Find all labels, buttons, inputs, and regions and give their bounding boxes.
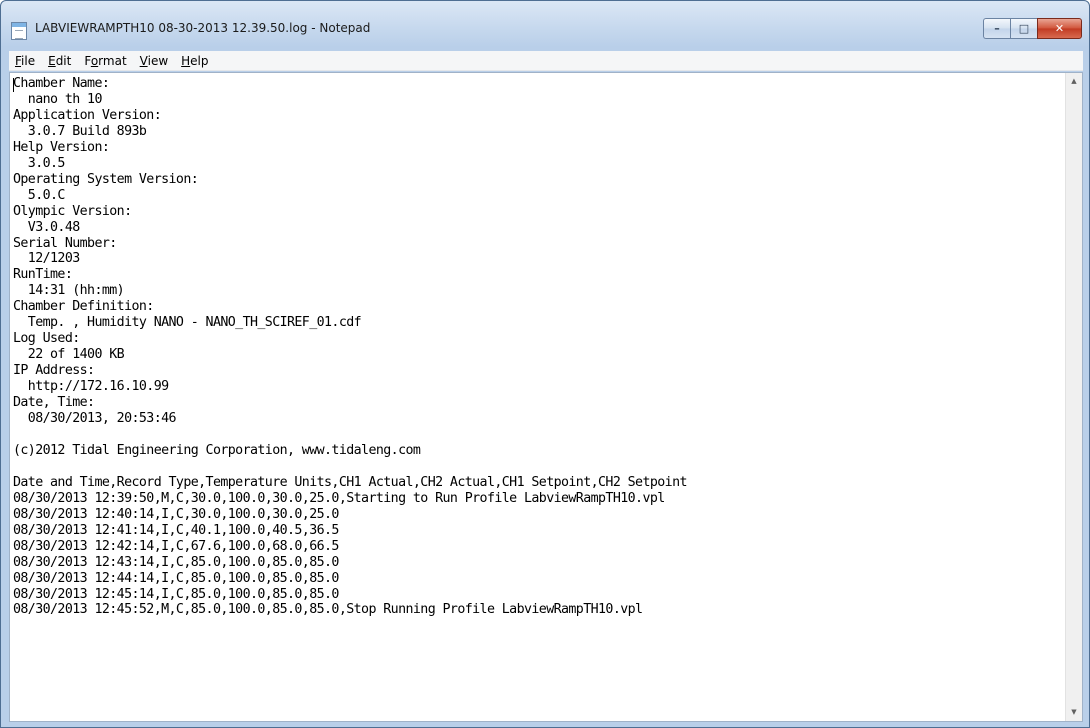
text-line: 22 of 1400 KB bbox=[13, 347, 125, 363]
text-line: Operating System Version: bbox=[13, 171, 199, 187]
text-line: IP Address: bbox=[13, 363, 95, 379]
menu-view[interactable]: View bbox=[134, 51, 175, 71]
text-line: 14:31 (hh:mm) bbox=[13, 283, 125, 299]
text-line: 3.0.7 Build 893b bbox=[13, 123, 147, 139]
text-line: 08/30/2013 12:42:14,I,C,67.6,100.0,68.0,… bbox=[13, 538, 339, 554]
vertical-scrollbar[interactable]: ▲ ▼ bbox=[1065, 73, 1082, 721]
menu-file[interactable]: File bbox=[9, 51, 42, 71]
menu-bar: File Edit Format View Help bbox=[9, 51, 1083, 71]
text-line: Chamber Definition: bbox=[13, 299, 154, 315]
text-line: 08/30/2013 12:41:14,I,C,40.1,100.0,40.5,… bbox=[13, 522, 339, 538]
text-line: 08/30/2013 12:45:14,I,C,85.0,100.0,85.0,… bbox=[13, 586, 339, 602]
text-line: Help Version: bbox=[13, 139, 110, 155]
close-button[interactable]: ✕ bbox=[1037, 18, 1082, 39]
text-line: 08/30/2013 12:43:14,I,C,85.0,100.0,85.0,… bbox=[13, 554, 339, 570]
text-line: 08/30/2013 12:44:14,I,C,85.0,100.0,85.0,… bbox=[13, 570, 339, 586]
menu-help[interactable]: Help bbox=[175, 51, 215, 71]
text-line: Date, Time: bbox=[13, 395, 95, 411]
text-line: 08/30/2013 12:40:14,I,C,30.0,100.0,30.0,… bbox=[13, 506, 339, 522]
text-line: Temp. , Humidity NANO - NANO_TH_SCIREF_0… bbox=[13, 315, 362, 331]
text-line: 08/30/2013, 20:53:46 bbox=[13, 411, 177, 427]
document-text[interactable]: Chamber Name: nano th 10 Application Vers… bbox=[13, 76, 1063, 720]
text-line: http://172.16.10.99 bbox=[13, 379, 169, 395]
text-line bbox=[13, 427, 1063, 443]
text-line: 12/1203 bbox=[13, 251, 80, 267]
text-line: Chamber Name: bbox=[13, 76, 110, 91]
notepad-window: LABVIEWRAMPTH10 08-30-2013 12.39.50.log … bbox=[0, 0, 1090, 728]
text-line: Date and Time,Record Type,Temperature Un… bbox=[13, 474, 688, 490]
text-line: 3.0.5 bbox=[13, 155, 66, 171]
text-line bbox=[13, 459, 1063, 475]
text-line: (c)2012 Tidal Engineering Corporation, w… bbox=[13, 442, 421, 458]
maximize-icon: □ bbox=[1018, 22, 1030, 35]
close-icon: ✕ bbox=[1054, 22, 1065, 35]
menu-format[interactable]: Format bbox=[78, 51, 133, 71]
text-line: Serial Number: bbox=[13, 235, 117, 251]
scroll-down-icon[interactable]: ▼ bbox=[1066, 704, 1082, 721]
title-bar[interactable]: LABVIEWRAMPTH10 08-30-2013 12.39.50.log … bbox=[1, 1, 1089, 47]
minimize-button[interactable]: – bbox=[983, 18, 1010, 39]
window-title: LABVIEWRAMPTH10 08-30-2013 12.39.50.log … bbox=[35, 21, 371, 35]
text-line: RunTime: bbox=[13, 267, 73, 283]
caption-buttons: – □ ✕ bbox=[983, 18, 1082, 39]
maximize-button[interactable]: □ bbox=[1010, 18, 1037, 39]
text-line: V3.0.48 bbox=[13, 219, 80, 235]
text-line: 5.0.C bbox=[13, 187, 66, 203]
text-line: Log Used: bbox=[13, 331, 80, 347]
scroll-up-icon[interactable]: ▲ bbox=[1066, 73, 1082, 90]
text-line: nano th 10 bbox=[13, 91, 103, 107]
text-editor[interactable]: Chamber Name: nano th 10 Application Vers… bbox=[9, 72, 1083, 722]
text-line: Application Version: bbox=[13, 107, 162, 123]
text-line: Olympic Version: bbox=[13, 203, 132, 219]
text-line: 08/30/2013 12:39:50,M,C,30.0,100.0,30.0,… bbox=[13, 490, 665, 506]
text-line: 08/30/2013 12:45:52,M,C,85.0,100.0,85.0,… bbox=[13, 602, 643, 618]
minimize-icon: – bbox=[994, 22, 1000, 35]
menu-edit[interactable]: Edit bbox=[42, 51, 78, 71]
notepad-icon bbox=[11, 22, 27, 40]
